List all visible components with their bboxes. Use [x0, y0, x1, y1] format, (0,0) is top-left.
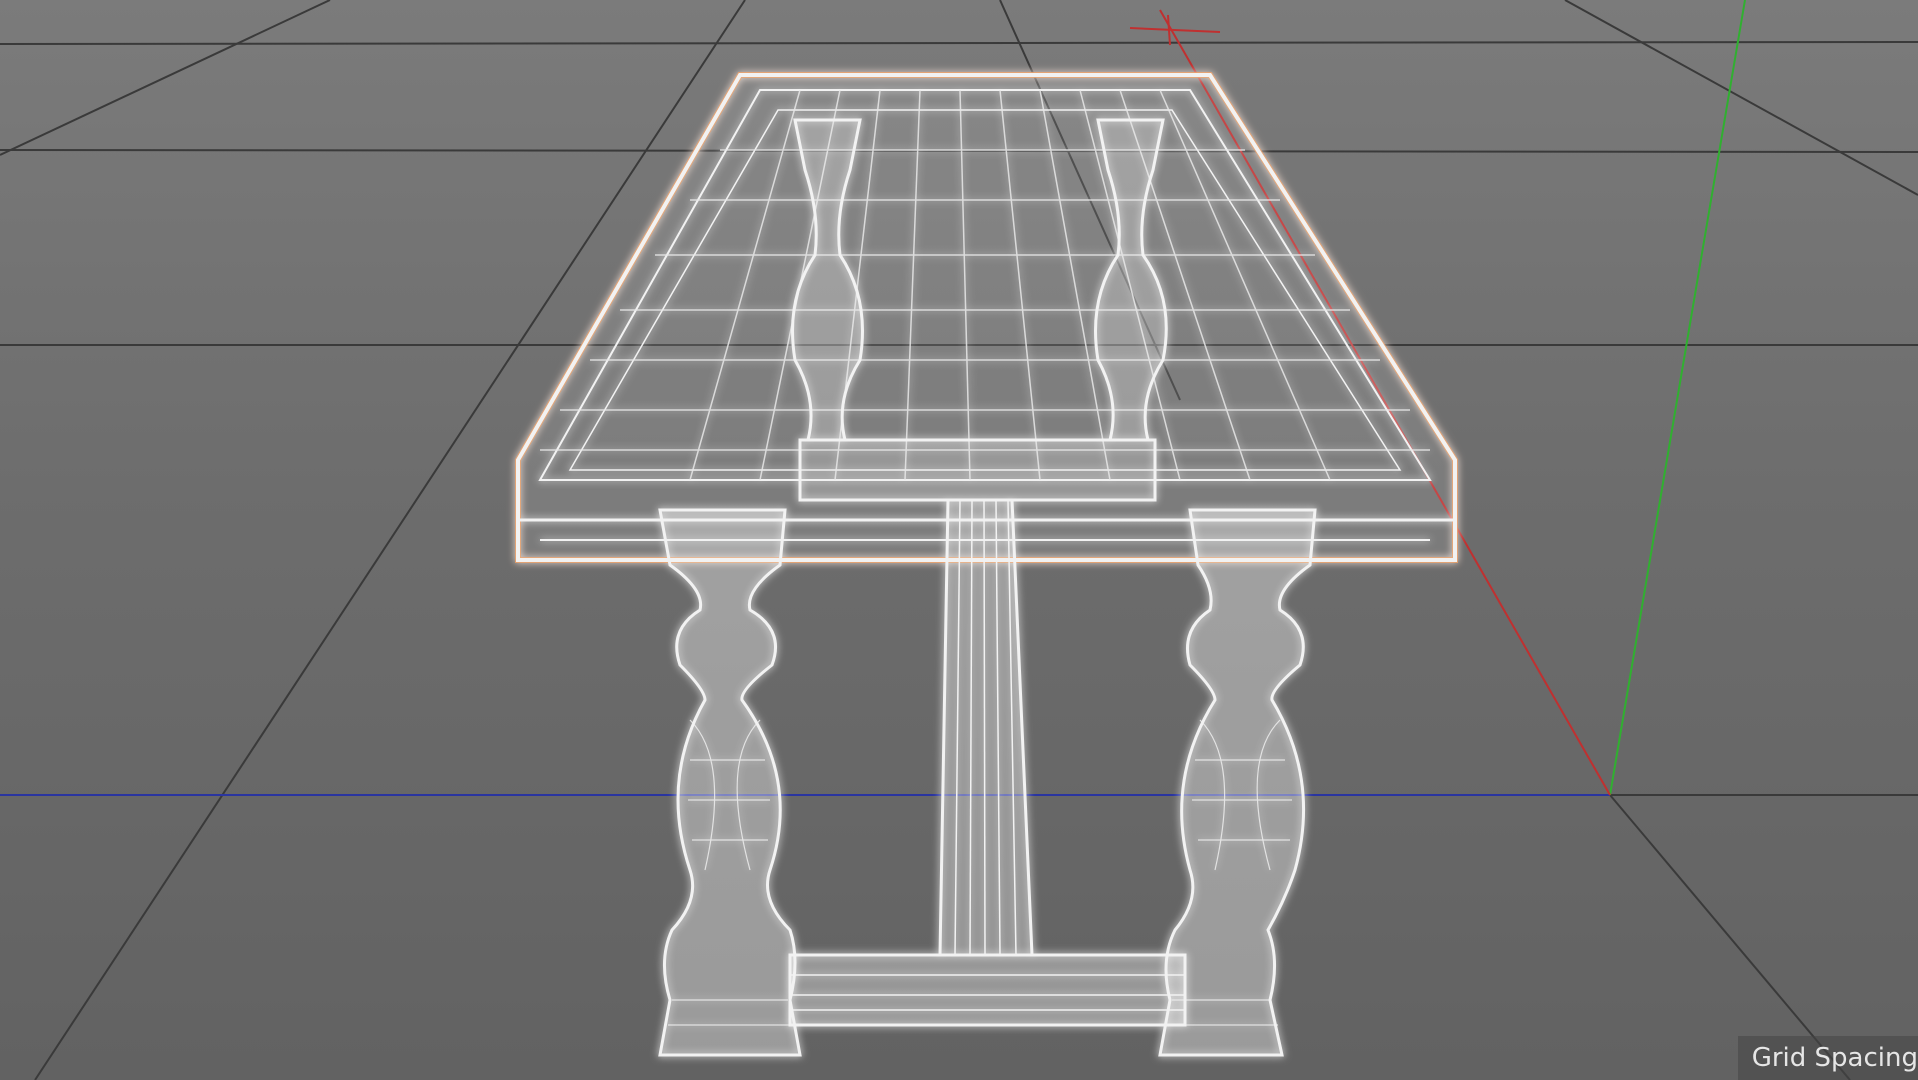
front-left-leg [658, 508, 802, 1057]
viewport-scene [0, 0, 1918, 1080]
axis-y-line [1609, 0, 1746, 796]
center-stretcher [938, 498, 1034, 957]
bottom-stretcher [788, 953, 1187, 1027]
front-right-leg [1158, 508, 1317, 1057]
table-wireframe-model[interactable] [515, 72, 1458, 1057]
3d-viewport[interactable]: Grid Spacing [0, 0, 1918, 1080]
grid-spacing-label: Grid Spacing [1737, 1036, 1918, 1080]
